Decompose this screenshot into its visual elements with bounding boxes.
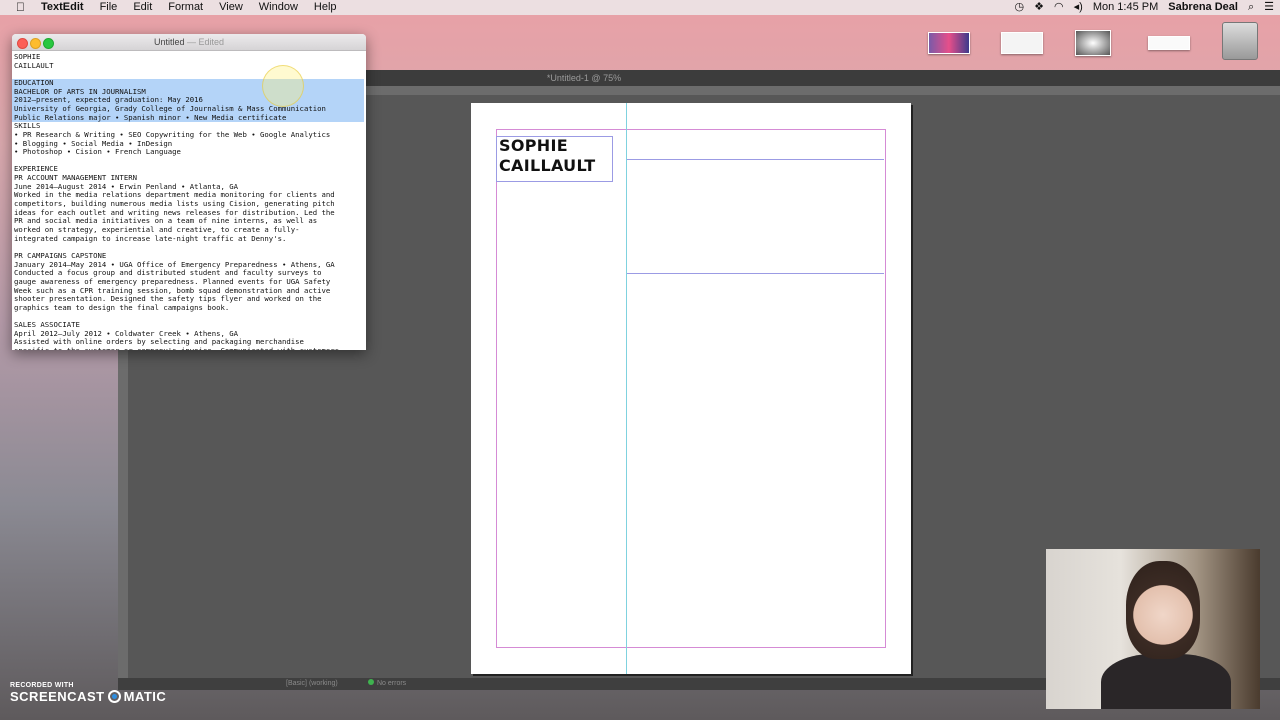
text-area[interactable]: SOPHIE CAILLAULT EDUCATION BACHELOR OF ARTS… [12,51,366,350]
preflight-status[interactable]: No errors [368,678,406,690]
menu-clock[interactable]: Mon 1:45 PM [1093,0,1158,15]
menu-view[interactable]: View [211,0,251,15]
menu-help[interactable]: Help [306,0,345,15]
webcam-overlay [1046,549,1260,709]
menu-bar:  TextEdit File Edit Format View Window … [0,0,1280,15]
app-menu[interactable]: TextEdit [33,0,92,15]
edited-label: — Edited [187,37,225,47]
presenter-face [1126,561,1200,659]
name-last: CAILLAULT [499,156,596,175]
text-line: • Photoshop • Cision • French Language [14,147,181,157]
notification-center-icon[interactable]: ☰ [1264,0,1274,15]
preflight-profile[interactable]: [Basic] (working) [286,678,338,690]
document-page[interactable]: SOPHIE CAILLAULT [471,103,911,674]
desktop-file-thumbnail-1[interactable] [928,32,970,54]
status-ok-icon [368,679,374,685]
window-title: Untitled [153,37,185,47]
brand-left: SCREENCAST [10,689,105,704]
text-line: specific to the customer or company's in… [14,346,339,350]
textedit-window: Untitled — Edited SOPHIE CAILLAULT EDUCATI… [12,34,366,350]
click-highlight [262,65,304,107]
name-first: SOPHIE [499,136,568,155]
minimize-icon[interactable] [30,38,41,49]
text-line: integrated campaign to increase late-nig… [14,233,287,243]
menu-window[interactable]: Window [251,0,306,15]
screencast-logo-icon [107,690,121,703]
presenter-body [1101,654,1231,709]
text-frame-summary[interactable] [627,160,884,274]
brand-right: MATIC [123,689,167,704]
desktop-file-thumbnail-4[interactable] [1148,36,1190,50]
zoom-icon[interactable] [43,38,54,49]
dropbox-icon[interactable]: ❖ [1034,0,1044,15]
menu-file[interactable]: File [92,0,126,15]
name-text-frame[interactable]: SOPHIE CAILLAULT [496,136,613,182]
time-machine-icon[interactable]: ◷ [1015,0,1025,15]
spotlight-icon[interactable]: ⌕ [1248,0,1254,15]
menu-format[interactable]: Format [160,0,211,15]
text-frame-top[interactable] [627,129,884,160]
close-icon[interactable] [17,38,28,49]
wifi-icon[interactable]: ◠ [1054,0,1064,15]
text-line: Public Relations major • Spanish minor •… [14,112,287,122]
volume-icon[interactable]: ◂) [1074,0,1083,15]
hard-drive-icon[interactable] [1222,22,1258,60]
screencast-watermark: RECORDED WITH SCREENCAST MATIC [10,682,166,704]
desktop-file-thumbnail-3[interactable] [1075,30,1111,56]
text-line: graphics team to design the final campai… [14,302,230,312]
user-menu[interactable]: Sabrena Deal [1168,0,1238,15]
textedit-title-bar[interactable]: Untitled — Edited [12,34,366,51]
apple-menu-icon[interactable]:  [8,0,33,15]
menu-edit[interactable]: Edit [125,0,160,15]
desktop-file-thumbnail-2[interactable] [1001,32,1043,54]
text-line: CAILLAULT [14,60,54,70]
recorded-with-label: RECORDED WITH [10,682,74,689]
